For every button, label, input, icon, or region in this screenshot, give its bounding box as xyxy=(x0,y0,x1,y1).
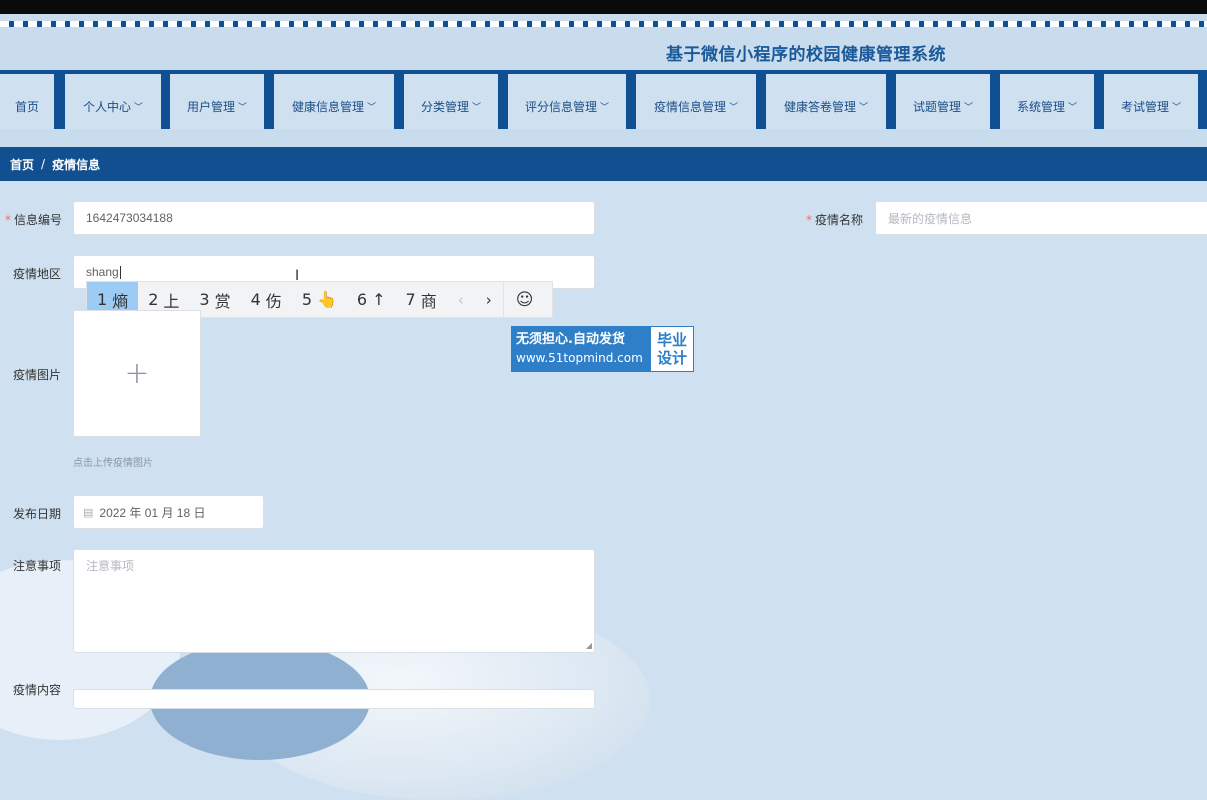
chevron-down-icon: ﹀ xyxy=(859,103,869,113)
nav-item-health-info-management[interactable]: 健康信息管理 ﹀ xyxy=(274,74,394,129)
content-editor[interactable] xyxy=(73,689,595,709)
content-label: 疫情内容 xyxy=(13,683,62,697)
nav-item-home[interactable]: 首页 xyxy=(0,74,54,129)
ime-prev-page-icon[interactable]: ‹ xyxy=(447,282,475,317)
text-caret xyxy=(119,265,121,279)
region-label: 疫情地区 xyxy=(13,267,62,281)
nav-item-personal-center[interactable]: 个人中心 ﹀ xyxy=(65,74,161,129)
arrow-up-icon: ↑ xyxy=(372,290,386,309)
nav-item-epidemic-info-management[interactable]: 疫情信息管理 ﹀ xyxy=(636,74,756,129)
chevron-down-icon: ﹀ xyxy=(600,103,610,113)
chevron-down-icon: ﹀ xyxy=(1172,103,1182,113)
info-no-label: * 信息编号 xyxy=(5,213,63,227)
calendar-icon: ▤ xyxy=(83,506,94,519)
notes-label: 注意事项 xyxy=(13,559,62,573)
nav-item-question-management[interactable]: 试题管理 ﹀ xyxy=(896,74,990,129)
nav-item-category-management[interactable]: 分类管理 ﹀ xyxy=(404,74,498,129)
notes-textarea[interactable]: 注意事项 ◢ xyxy=(73,549,595,653)
chevron-down-icon: ﹀ xyxy=(238,103,248,113)
plus-icon: + xyxy=(124,356,150,391)
ime-candidate[interactable]: 6 ↑ xyxy=(347,282,396,317)
breadcrumb-home[interactable]: 首页 xyxy=(10,156,34,173)
site-title: 基于微信小程序的校园健康管理系统 xyxy=(666,45,946,65)
chevron-down-icon: ﹀ xyxy=(367,103,377,113)
epidemic-name-label: * 疫情名称 xyxy=(806,213,864,227)
ime-candidate[interactable]: 5 👆 xyxy=(292,282,347,317)
breadcrumb: 首页 / 疫情信息 xyxy=(0,147,1207,181)
nav-item-health-questionnaire-management[interactable]: 健康答卷管理 ﹀ xyxy=(766,74,886,129)
pointing-hand-icon: 👆 xyxy=(317,290,337,309)
ime-candidate[interactable]: 7商 xyxy=(396,282,447,317)
nav-item-exam-management[interactable]: 考试管理 ﹀ xyxy=(1104,74,1198,129)
image-label: 疫情图片 xyxy=(13,368,62,382)
chevron-down-icon: ﹀ xyxy=(472,103,482,113)
nav-item-user-management[interactable]: 用户管理 ﹀ xyxy=(170,74,264,129)
main-nav: 首页 个人中心 ﹀ 用户管理 ﹀ 健康信息管理 ﹀ 分类管理 ﹀ 评分信息管理 ﹀ 疫情信… xyxy=(0,70,1207,129)
epidemic-name-input[interactable]: 最新的疫情信息 xyxy=(875,201,1207,235)
publish-date-picker[interactable]: ▤ 2022 年 01 月 18 日 xyxy=(73,495,264,529)
breadcrumb-separator: / xyxy=(41,157,46,171)
required-mark: * xyxy=(5,213,11,227)
film-strip-top xyxy=(0,21,1207,27)
required-mark: * xyxy=(806,213,812,227)
window-top-bar xyxy=(0,0,1207,14)
info-no-input[interactable]: 1642473034188 xyxy=(73,201,595,235)
chevron-down-icon: ﹀ xyxy=(1068,103,1078,113)
image-upload-box[interactable]: + xyxy=(73,310,201,437)
publish-date-label: 发布日期 xyxy=(13,507,62,521)
breadcrumb-current: 疫情信息 xyxy=(52,157,101,172)
ime-next-page-icon[interactable]: › xyxy=(475,282,503,317)
nav-item-rating-info-management[interactable]: 评分信息管理 ﹀ xyxy=(508,74,626,129)
watermark-logo: 无须担心.自动发货 www.51topmind.com 毕业 设计 xyxy=(511,326,694,372)
chevron-down-icon: ﹀ xyxy=(134,103,144,113)
chevron-down-icon: ﹀ xyxy=(964,103,974,113)
upload-hint: 点击上传疫情图片 xyxy=(73,458,153,469)
emoji-icon[interactable]: ☺ xyxy=(502,282,546,317)
nav-item-system-management[interactable]: 系统管理 ﹀ xyxy=(1000,74,1094,129)
resize-handle-icon[interactable]: ◢ xyxy=(586,641,592,650)
chevron-down-icon: ﹀ xyxy=(729,103,739,113)
ime-candidate[interactable]: 4伤 xyxy=(241,282,292,317)
